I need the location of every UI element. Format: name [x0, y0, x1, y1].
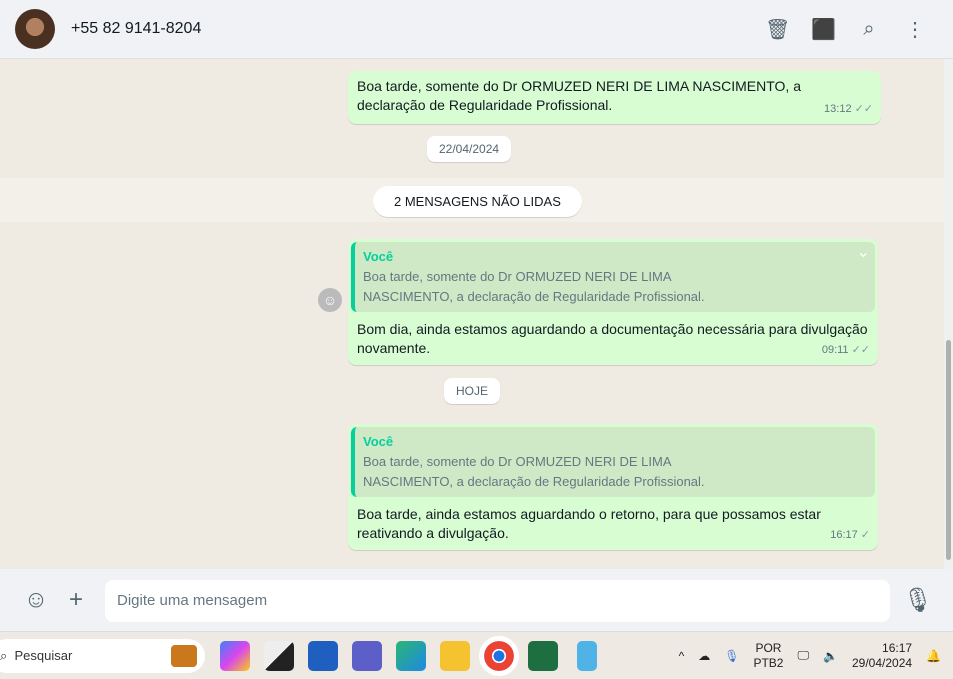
- composer: ☺ + Digite uma mensagem 🎙: [0, 569, 953, 631]
- time: 16:17: [882, 640, 913, 655]
- double-check-icon: ✓✓: [854, 103, 873, 115]
- emoji-react-icon[interactable]: ☺: [318, 288, 342, 312]
- message-text: Boa tarde, ainda estamos aguardando o re…: [357, 506, 821, 541]
- menu-icon[interactable]: ⋮: [903, 17, 927, 42]
- message-time: 16:17: [830, 529, 858, 541]
- briefcase-icon: [171, 644, 197, 667]
- message-text: Bom dia, ainda estamos aguardando a docu…: [357, 321, 868, 356]
- notification-bell-icon[interactable]: 🔔: [926, 649, 941, 663]
- keyboard-layout: PTB2: [753, 655, 784, 670]
- quoted-message[interactable]: Você Boa tarde, somente do Dr ORMUZED NE…: [351, 427, 875, 497]
- microphone-icon[interactable]: 🎙: [724, 649, 739, 663]
- task-view-icon[interactable]: [264, 640, 294, 671]
- date: 29/04/2024: [851, 655, 913, 670]
- clock[interactable]: 16:17 29/04/2024: [852, 641, 912, 671]
- message-outgoing[interactable]: Boa tarde, somente do Dr ORMUZED NERI DE…: [348, 71, 881, 124]
- chrome-icon[interactable]: [479, 635, 519, 676]
- chevron-down-icon[interactable]: ⌄: [857, 243, 870, 262]
- store-icon[interactable]: [308, 640, 338, 671]
- chat-header: +55 82 9141-8204 🗑 ⬛ ⌕ ⋮: [0, 0, 953, 59]
- quote-text: Boa tarde, somente do Dr ORMUZED NERI DE…: [363, 454, 705, 489]
- message-input[interactable]: Digite uma mensagem: [105, 580, 890, 622]
- copilot-icon[interactable]: [220, 640, 250, 671]
- language-indicator[interactable]: POR PTB2: [753, 641, 783, 671]
- teams-icon[interactable]: [352, 640, 382, 671]
- notepad-icon[interactable]: [577, 640, 597, 671]
- date-separator-today: HOJE: [444, 378, 501, 404]
- search-icon[interactable]: ⌕: [857, 18, 881, 41]
- scrollbar-thumb[interactable]: [946, 340, 951, 560]
- search-label: Pesquisar: [14, 648, 73, 663]
- taskbar: ⌕ Pesquisar ^ ☁ 🎙 POR PTB2 🖵 🔈 16:17 29/04…: [0, 631, 953, 679]
- quoted-message[interactable]: Você Boa tarde, somente do Dr ORMUZED NE…: [351, 242, 875, 312]
- archive-icon[interactable]: 🗑: [765, 17, 790, 42]
- edge-icon[interactable]: [396, 640, 426, 671]
- avatar[interactable]: [15, 9, 55, 49]
- file-explorer-icon[interactable]: [440, 640, 470, 671]
- plus-icon[interactable]: +: [56, 586, 96, 614]
- quote-author: Você: [363, 249, 394, 264]
- volume-icon[interactable]: 🔈: [823, 649, 838, 663]
- double-check-icon: ✓✓: [851, 344, 870, 356]
- search-icon: ⌕: [0, 647, 15, 663]
- excel-icon[interactable]: [528, 640, 558, 671]
- cloud-off-icon[interactable]: ☁: [698, 649, 710, 663]
- message-outgoing[interactable]: Você Boa tarde, somente do Dr ORMUZED NE…: [348, 424, 878, 550]
- check-icon: ✓: [860, 529, 870, 541]
- quote-author: Você: [363, 434, 394, 449]
- microphone-icon[interactable]: 🎙: [898, 586, 938, 615]
- unread-label: 2 MENSAGENS NÃO LIDAS: [373, 186, 582, 217]
- date-separator: 22/04/2024: [427, 136, 512, 162]
- message-text: Boa tarde, somente do Dr ORMUZED NERI DE…: [357, 78, 801, 113]
- message-outgoing[interactable]: Você Boa tarde, somente do Dr ORMUZED NE…: [348, 239, 878, 365]
- lang-code: POR: [755, 640, 782, 655]
- chevron-up-icon[interactable]: ^: [679, 649, 685, 663]
- message-time: 13:12: [824, 103, 852, 115]
- label-icon[interactable]: ⬛: [811, 17, 836, 42]
- chat-area: Boa tarde, somente do Dr ORMUZED NERI DE…: [0, 59, 944, 569]
- network-icon[interactable]: 🖵: [797, 648, 809, 663]
- taskbar-search[interactable]: ⌕ Pesquisar: [0, 638, 205, 673]
- contact-name[interactable]: +55 82 9141-8204: [71, 20, 201, 38]
- emoji-icon[interactable]: ☺: [16, 586, 56, 614]
- quote-text: Boa tarde, somente do Dr ORMUZED NERI DE…: [363, 269, 705, 304]
- message-time: 09:11: [821, 344, 849, 356]
